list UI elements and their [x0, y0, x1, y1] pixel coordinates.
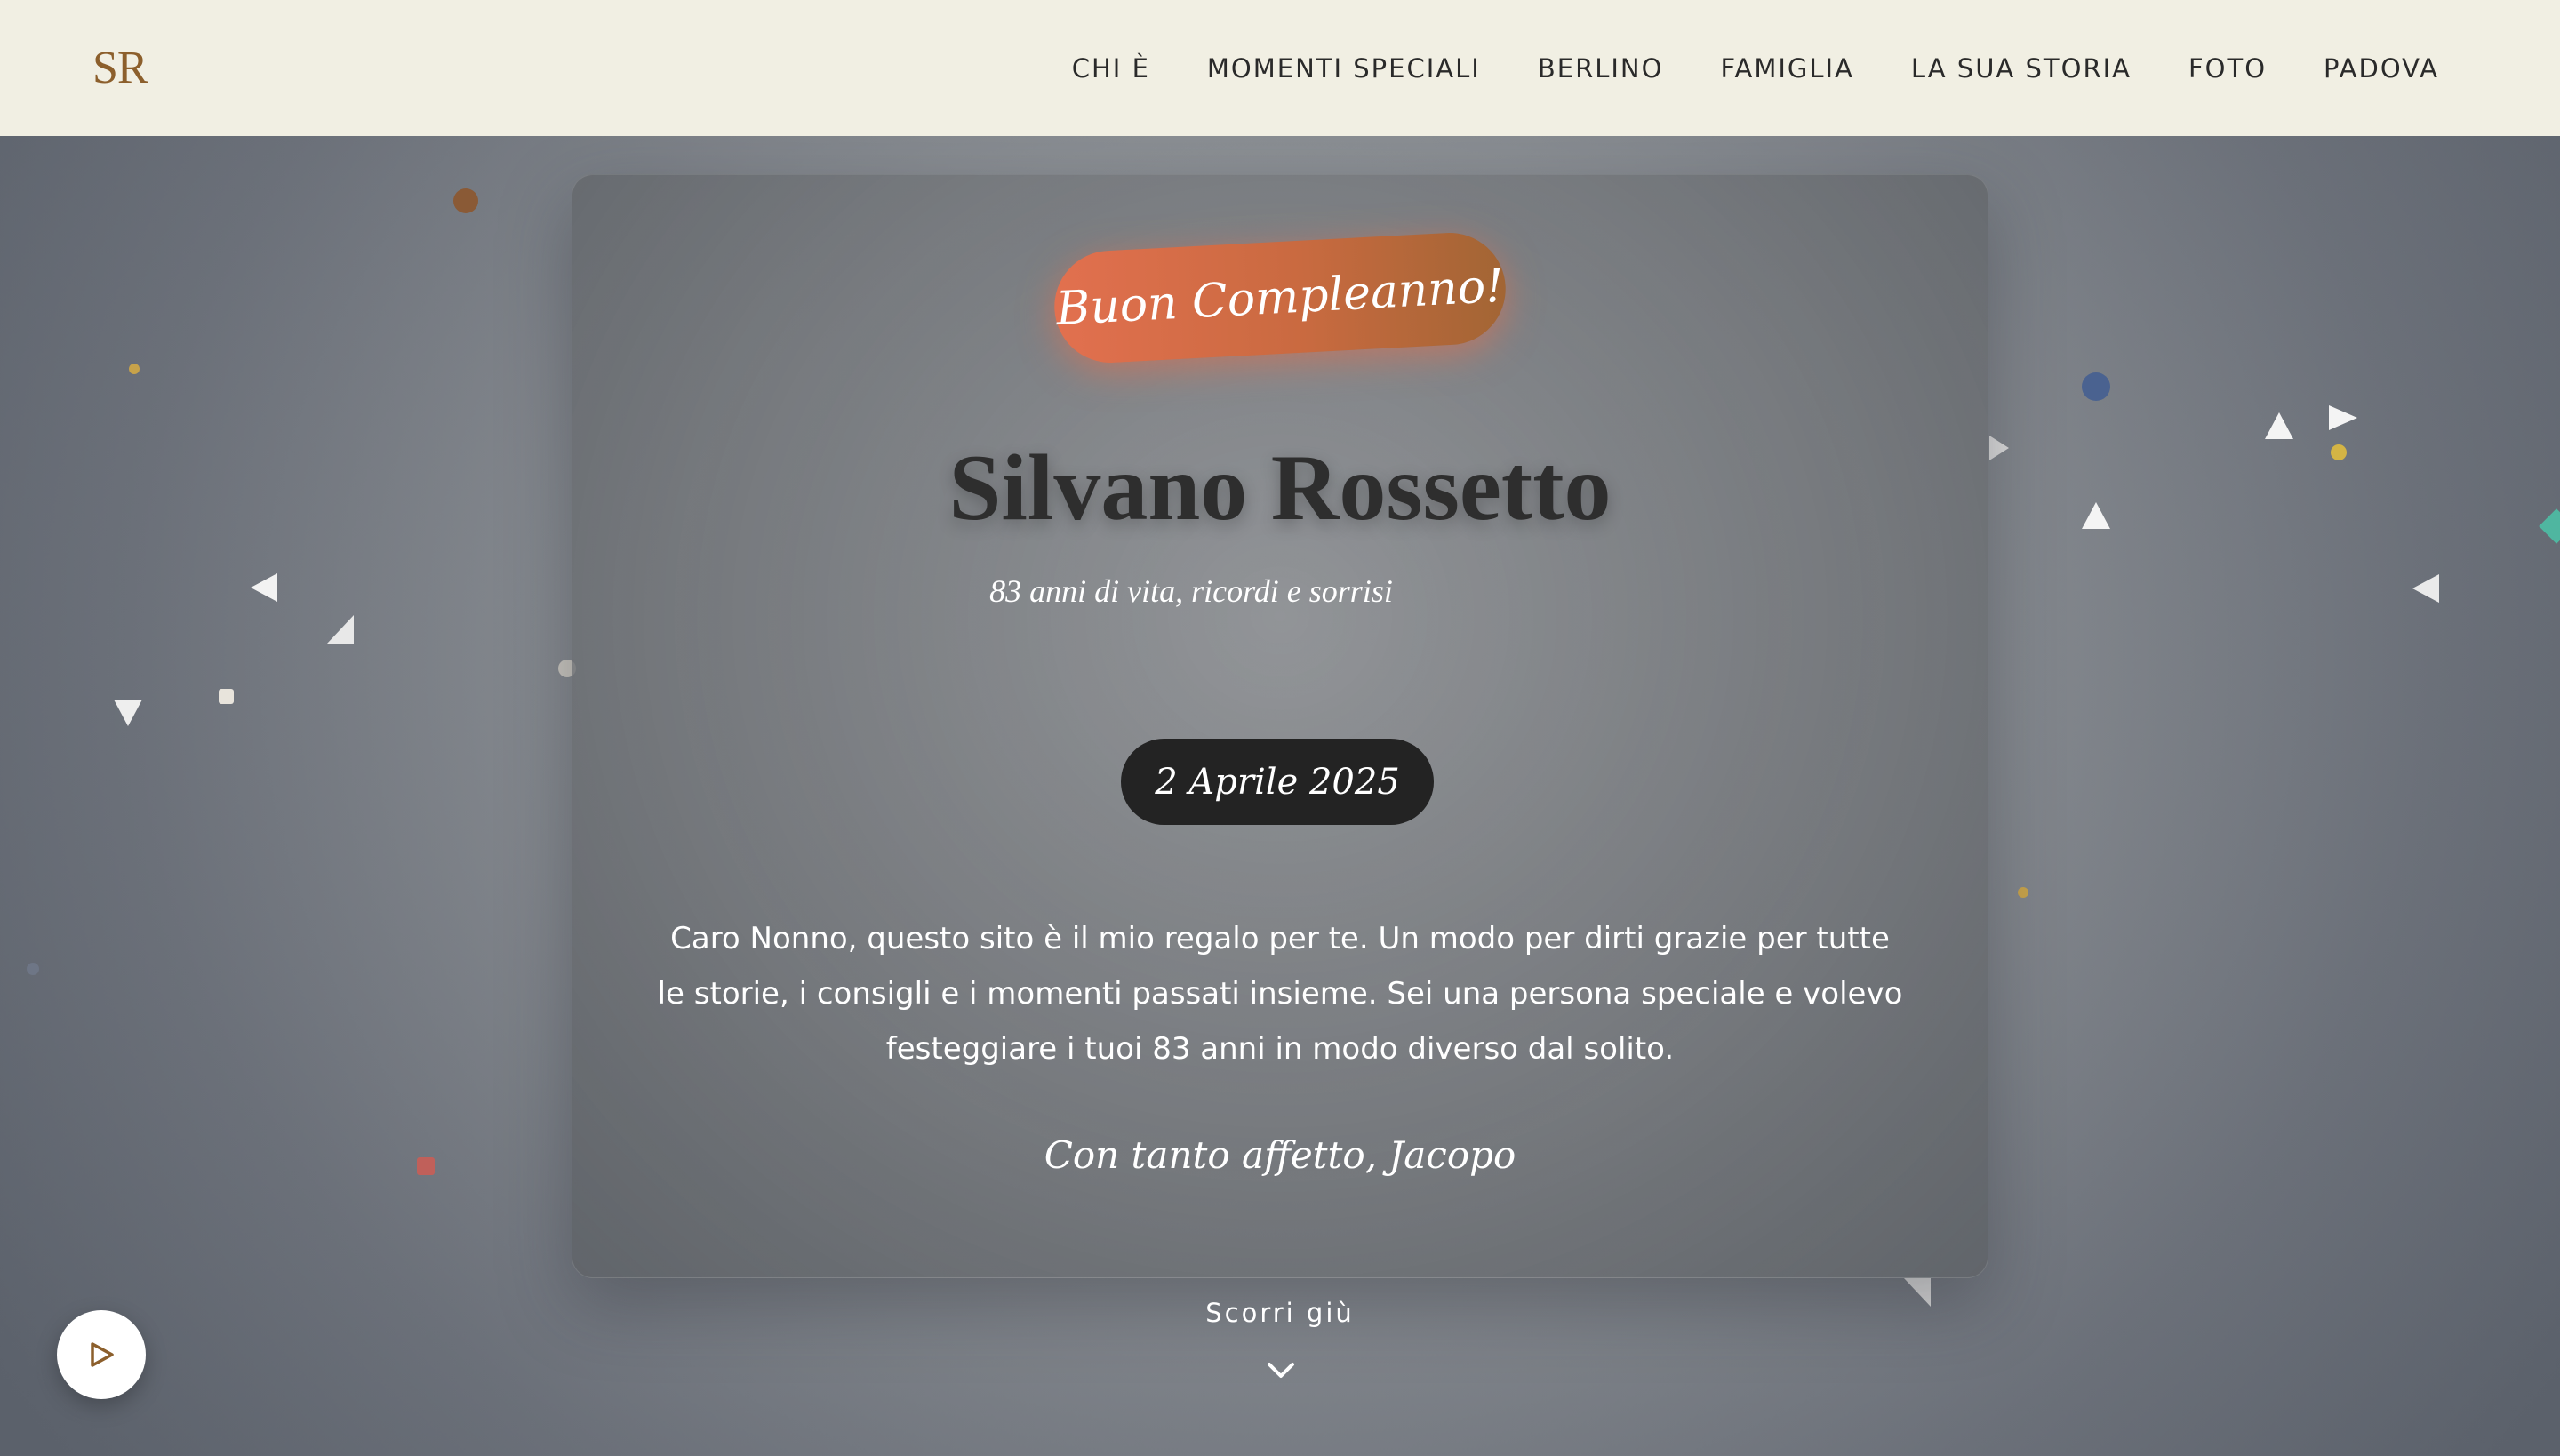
nav-links: CHI È MOMENTI SPECIALI BERLINO FAMIGLIA … — [1072, 53, 2439, 84]
signature: Con tanto affetto, Jacopo — [1044, 1133, 1516, 1177]
confetti-triangle — [327, 615, 354, 644]
nav-link-chi-e[interactable]: CHI È — [1072, 53, 1150, 84]
confetti-square — [219, 689, 234, 704]
nav-link-berlino[interactable]: BERLINO — [1538, 53, 1664, 84]
navbar: SR CHI È MOMENTI SPECIALI BERLINO FAMIGL… — [0, 0, 2560, 136]
chevron-down-icon[interactable] — [1266, 1355, 1296, 1385]
confetti-dot — [2082, 372, 2110, 401]
site-logo[interactable]: SR — [92, 42, 148, 94]
nav-link-famiglia[interactable]: FAMIGLIA — [1720, 53, 1853, 84]
confetti-dot — [453, 188, 478, 213]
confetti-triangle — [2412, 574, 2439, 603]
dedication-message: Caro Nonno, questo sito è il mio regalo … — [657, 921, 1903, 1067]
date-pill: 2 Aprile 2025 — [1121, 739, 1434, 825]
confetti-triangle — [114, 700, 142, 726]
confetti-dot — [129, 364, 140, 374]
nav-link-padova[interactable]: PADOVA — [2324, 53, 2439, 84]
page-subtitle: 83 anni di vita, ricordi e sorrisi — [989, 573, 1393, 609]
confetti-triangle — [2329, 405, 2357, 430]
scroll-down-label[interactable]: Scorri giù — [0, 1298, 2560, 1328]
confetti-dot — [27, 963, 39, 975]
music-play-button[interactable] — [57, 1310, 146, 1399]
confetti-dot — [2018, 887, 2028, 898]
play-icon — [91, 1342, 114, 1367]
nav-link-momenti-speciali[interactable]: MOMENTI SPECIALI — [1207, 53, 1481, 84]
date-label: 2 Aprile 2025 — [1155, 761, 1400, 803]
nav-link-foto[interactable]: FOTO — [2188, 53, 2267, 84]
birthday-badge: Buon Compleanno! — [1052, 229, 1508, 366]
badge-label: Buon Compleanno! — [1054, 259, 1506, 337]
page-title: Silvano Rossetto — [948, 436, 1612, 540]
nav-link-la-sua-storia[interactable]: LA SUA STORIA — [1911, 53, 2132, 84]
